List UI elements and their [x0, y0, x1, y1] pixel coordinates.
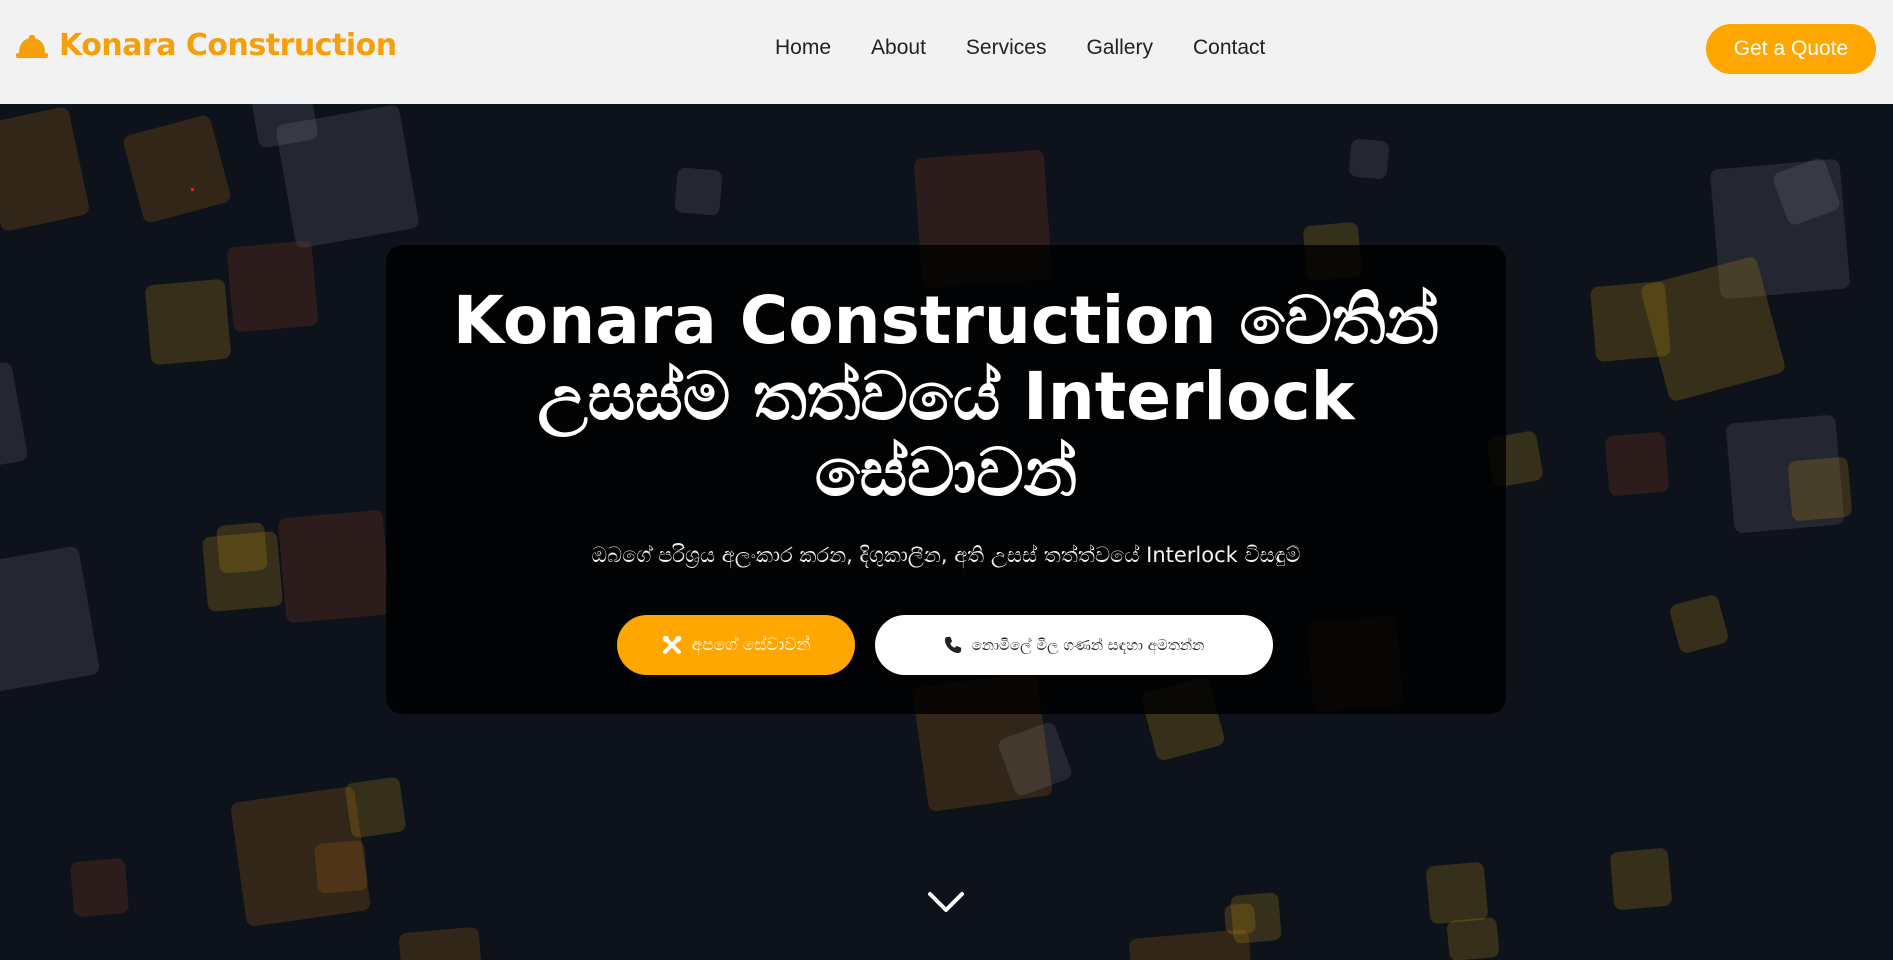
bg-square	[1425, 861, 1489, 925]
bg-square	[144, 278, 232, 366]
bg-square	[226, 240, 319, 333]
bg-square	[1604, 431, 1670, 497]
nav-link-gallery[interactable]: Gallery	[1086, 36, 1153, 60]
hard-hat-icon	[16, 34, 48, 58]
call-free-quote-label: නොමිලේ මිල ගණන් සඳහා අමතන්න	[971, 636, 1205, 654]
bg-square	[1609, 847, 1673, 911]
call-free-quote-button[interactable]: නොමිලේ මිල ගණන් සඳහා අමතන්න	[875, 615, 1273, 675]
hero-title: Konara Construction වෙතින් උසස්ම තත්වයේ …	[452, 282, 1440, 511]
bg-square	[0, 361, 29, 467]
brand-name: Konara Construction	[59, 28, 397, 63]
bg-square	[0, 545, 101, 693]
bg-square	[1668, 593, 1730, 655]
phone-icon	[944, 636, 961, 654]
bg-square	[1446, 916, 1500, 960]
nav-link-services[interactable]: Services	[966, 36, 1047, 60]
nav-link-about[interactable]: About	[871, 36, 926, 60]
nav-link-home[interactable]: Home	[775, 36, 831, 60]
navbar: Konara Construction Home About Services …	[0, 0, 1893, 104]
bg-square	[1589, 280, 1672, 363]
bg-square	[121, 113, 233, 225]
bg-square	[1223, 902, 1257, 936]
get-quote-button[interactable]: Get a Quote	[1706, 24, 1876, 74]
hero-section: Konara Construction වෙතින් උසස්ම තත්වයේ …	[0, 104, 1893, 960]
our-services-label: අපගේ සේවාවන්	[691, 635, 811, 655]
brand-logo[interactable]: Konara Construction	[15, 28, 397, 63]
bg-square	[0, 105, 91, 233]
bg-square	[398, 926, 482, 960]
nav-link-contact[interactable]: Contact	[1193, 36, 1265, 60]
chevron-down-icon[interactable]	[926, 890, 966, 916]
bg-square	[69, 857, 130, 918]
bg-square	[215, 521, 269, 575]
our-services-button[interactable]: අපගේ සේවාවන්	[617, 615, 855, 675]
red-dot	[191, 188, 194, 191]
bg-square	[1348, 138, 1390, 180]
nav-menu: Home About Services Gallery Contact	[775, 36, 1265, 60]
bg-square	[277, 509, 392, 624]
bg-square	[313, 839, 369, 895]
bg-square	[1787, 456, 1853, 522]
hero-content-box: Konara Construction වෙතින් උසස්ම තත්වයේ …	[386, 245, 1506, 714]
bg-square	[674, 167, 723, 216]
hero-subtitle: ඔබගේ පරිශ්‍රය අලංකාර කරන, දිගුකාලීන, අති…	[591, 543, 1301, 567]
bg-square	[344, 776, 407, 839]
tools-icon	[662, 636, 681, 654]
